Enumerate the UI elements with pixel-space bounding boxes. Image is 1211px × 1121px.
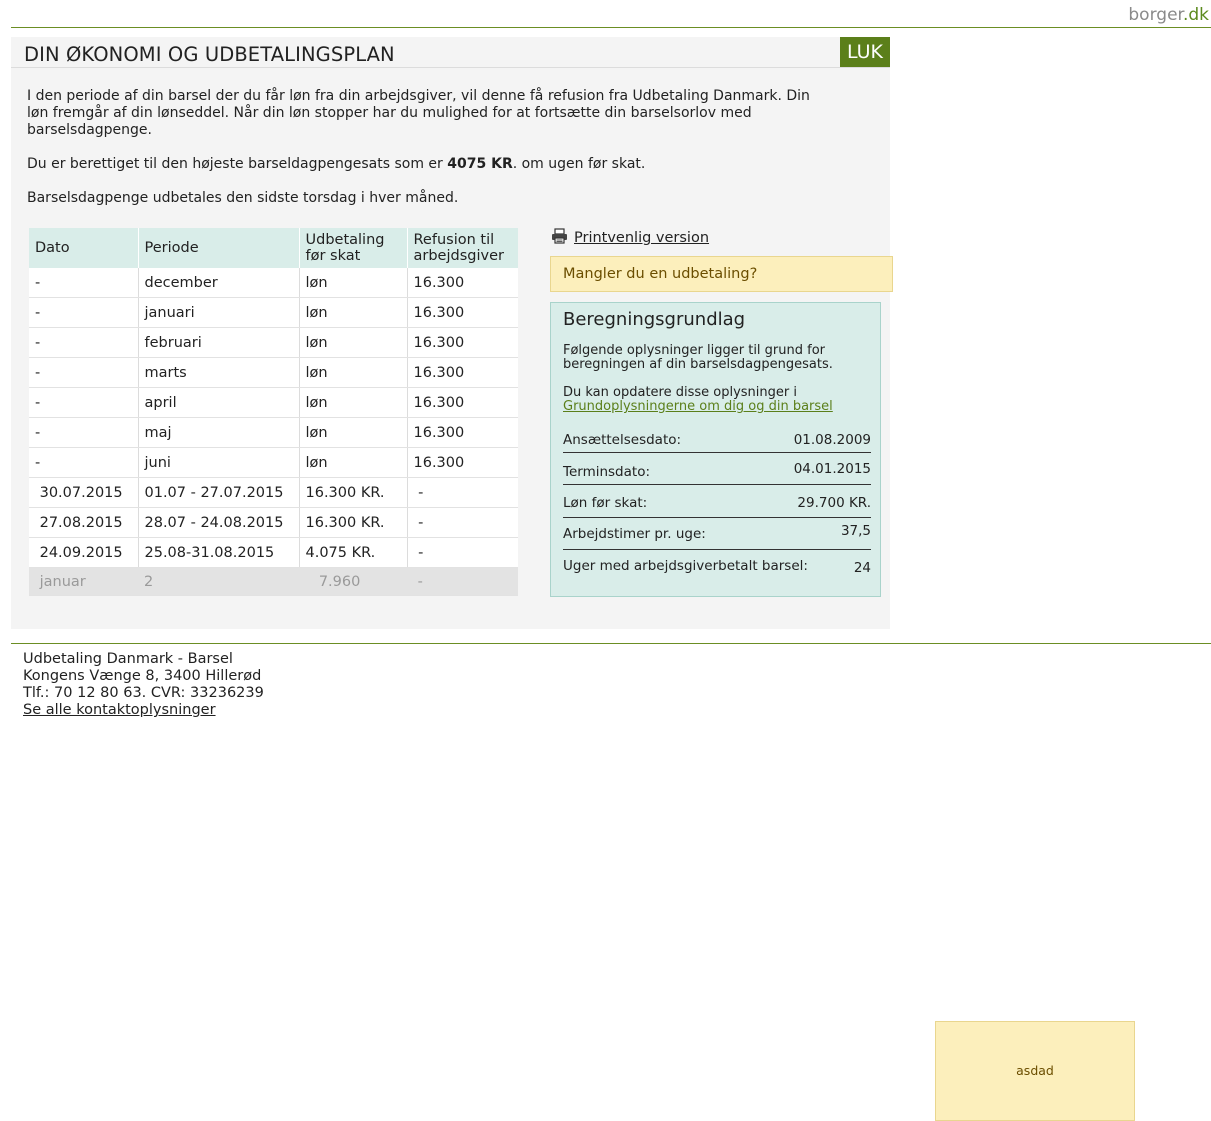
table-cell: løn <box>299 297 408 328</box>
calc-divider <box>563 484 871 485</box>
payment-plan-table: Dato Periode Udbetaling før skat Refusio… <box>29 228 518 596</box>
calculation-update-text: Du kan opdatere disse oplysninger i Grun… <box>563 385 833 414</box>
table-cell: 16.300 <box>407 447 518 478</box>
table-row: - maj løn 16.300 <box>29 417 518 448</box>
table-row: - december løn 16.300 <box>29 268 518 298</box>
calculation-basis-box: Beregningsgrundlag Følgende oplysninger … <box>550 302 881 597</box>
note-box: asdad <box>935 1021 1135 1121</box>
table-cell: december <box>138 268 300 298</box>
table-cell: juni <box>138 447 300 478</box>
table-cell: 16.300 <box>407 327 518 358</box>
calc-row-due-date: Terminsdato: 04.01.2015 <box>563 461 871 480</box>
table-cell: april <box>138 387 300 418</box>
table-cell: - <box>407 477 518 508</box>
table-cell: - <box>29 417 139 448</box>
table-cell: 16.300 <box>407 268 518 298</box>
calc-row-weekly-hours: Arbejdstimer pr. uge: 37,5 <box>563 523 871 542</box>
printer-icon[interactable] <box>551 228 568 248</box>
basic-info-link[interactable]: Grundoplysningerne om dig og din barsel <box>563 399 833 414</box>
table-cell: - <box>29 327 139 358</box>
calc-row-employment-date: Ansættelsesdato: 01.08.2009 <box>563 432 871 448</box>
calc-divider <box>563 517 871 518</box>
table-cell: januari <box>138 297 300 328</box>
table-cell: 2 <box>138 567 299 596</box>
table-cell: 30.07.2015 <box>29 477 139 508</box>
table-cell: 24.09.2015 <box>29 537 139 568</box>
calc-divider <box>563 452 871 453</box>
table-row: - april løn 16.300 <box>29 387 518 418</box>
table-cell: løn <box>299 387 408 418</box>
table-cell: 16.300 <box>407 387 518 418</box>
contact-info-link[interactable]: Se alle kontaktoplysninger <box>23 702 216 718</box>
column-header-date: Dato <box>29 228 139 268</box>
table-cell: 16.300 KR. <box>299 477 408 508</box>
daily-rate-amount: 4075 KR <box>447 156 513 172</box>
table-row: 27.08.2015 28.07 - 24.08.2015 16.300 KR. - <box>29 507 518 538</box>
footer-address: Kongens Vænge 8, 3400 Hillerød <box>23 668 262 684</box>
top-divider <box>11 27 1211 28</box>
table-cell: 16.300 <box>407 297 518 328</box>
table-row: - februari løn 16.300 <box>29 327 518 358</box>
column-header-payment: Udbetaling før skat <box>299 228 408 268</box>
print-version-link[interactable]: Printvenlig version <box>574 230 709 246</box>
table-cell: løn <box>299 327 408 358</box>
table-cell: løn <box>299 417 408 448</box>
table-cell: 16.300 <box>407 417 518 448</box>
table-cell: - <box>407 537 518 568</box>
table-row: - juni løn 16.300 <box>29 447 518 478</box>
calc-row-salary: Løn før skat: 29.700 KR. <box>563 495 871 511</box>
calculation-basis-title: Beregningsgrundlag <box>563 309 746 330</box>
table-cell: marts <box>138 357 300 388</box>
table-cell: 16.300 <box>407 357 518 388</box>
table-cell: løn <box>299 268 408 298</box>
table-cell: 4.075 KR. <box>299 537 408 568</box>
calc-row-paid-weeks: Uger med arbejdsgiverbetalt barsel: 24 <box>563 558 871 576</box>
table-cell: - <box>407 567 518 596</box>
table-row: 30.07.2015 01.07 - 27.07.2015 16.300 KR. - <box>29 477 518 508</box>
panel-header: DIN ØKONOMI OG UDBETALINGSPLAN LUK <box>11 37 890 68</box>
table-cell: 16.300 KR. <box>299 507 408 538</box>
table-row: 24.09.2015 25.08-31.08.2015 4.075 KR. - <box>29 537 518 568</box>
table-cell: - <box>29 268 139 298</box>
table-cell: 25.08-31.08.2015 <box>138 537 300 568</box>
missing-payment-button[interactable]: Mangler du en udbetaling? <box>550 256 893 292</box>
table-cell: maj <box>138 417 300 448</box>
close-button[interactable]: LUK <box>840 37 890 67</box>
print-link-row: Printvenlig version <box>551 228 709 248</box>
table-cell: 27.08.2015 <box>29 507 139 538</box>
footer-phone-cvr: Tlf.: 70 12 80 63. CVR: 33236239 <box>23 685 264 701</box>
table-cell: - <box>29 297 139 328</box>
footer-divider <box>11 643 1211 644</box>
table-cell: - <box>407 507 518 538</box>
borger-dk-logo[interactable]: borger.dk <box>1128 5 1209 25</box>
page-title: DIN ØKONOMI OG UDBETALINGSPLAN <box>24 43 395 66</box>
calculation-intro: Følgende oplysninger ligger til grund fo… <box>563 343 833 372</box>
table-cell: 28.07 - 24.08.2015 <box>138 507 300 538</box>
table-cell: - <box>29 447 139 478</box>
footer: Udbetaling Danmark - Barsel Kongens Væng… <box>23 651 264 719</box>
table-cell: 01.07 - 27.07.2015 <box>138 477 300 508</box>
intro-paragraph-1: I den periode af din barsel der du får l… <box>27 88 810 138</box>
table-header-row: Dato Periode Udbetaling før skat Refusio… <box>29 228 518 268</box>
table-cell: februari <box>138 327 300 358</box>
column-header-refund: Refusion til arbejdsgiver <box>407 228 518 268</box>
table-cell: - <box>29 357 139 388</box>
table-row: - januari løn 16.300 <box>29 297 518 328</box>
intro-paragraph-3: Barselsdagpenge udbetales den sidste tor… <box>27 190 459 206</box>
column-header-period: Periode <box>138 228 300 268</box>
table-row: - marts løn 16.300 <box>29 357 518 388</box>
footer-organisation: Udbetaling Danmark - Barsel <box>23 651 233 667</box>
calc-divider <box>563 549 871 550</box>
table-row-muted: januar 2 7.960 - <box>29 567 518 596</box>
table-cell: - <box>29 387 139 418</box>
table-cell: 7.960 <box>299 567 407 596</box>
table-cell: løn <box>299 447 408 478</box>
table-cell: januar <box>29 567 138 596</box>
table-cell: løn <box>299 357 408 388</box>
intro-paragraph-2: Du er berettiget til den højeste barseld… <box>27 156 646 172</box>
economy-panel: DIN ØKONOMI OG UDBETALINGSPLAN LUK I den… <box>11 37 893 629</box>
